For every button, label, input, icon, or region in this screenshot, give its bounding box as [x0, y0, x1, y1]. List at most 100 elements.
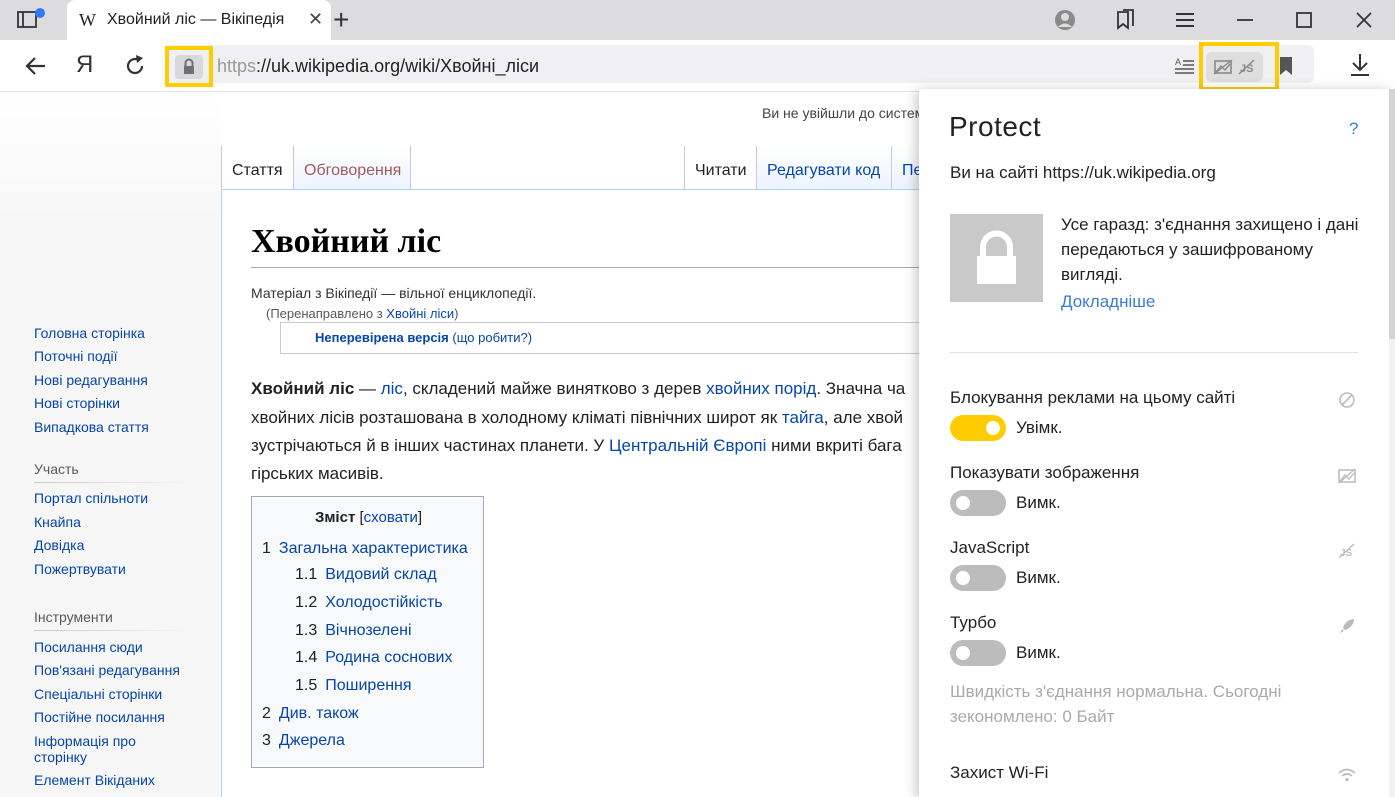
unverified-help-link[interactable]: (що робити?) — [452, 330, 532, 345]
toc-text: Вічнозелені — [325, 622, 412, 639]
minimize-icon[interactable] — [1233, 8, 1257, 32]
setting-label-javascript: JavaScript — [950, 538, 1030, 557]
block-icon — [1339, 392, 1355, 408]
download-icon[interactable] — [1348, 52, 1372, 78]
toc-item[interactable]: 1 Загальна характеристика — [262, 540, 468, 558]
sidebar-divider — [34, 482, 192, 483]
tab-read[interactable]: Читати — [684, 146, 756, 190]
sidebar-item-pub[interactable]: Кнайпа — [34, 514, 81, 530]
sidebar-item-what-links[interactable]: Посилання сюди — [34, 639, 143, 655]
protect-pill: JS — [1206, 52, 1263, 82]
redirect-link[interactable]: Хвойні ліси — [386, 306, 454, 321]
link-central-europe[interactable]: Центральній Європі — [609, 436, 766, 455]
link-taiga[interactable]: тайга — [782, 408, 824, 427]
toc-item[interactable]: 2 Див. також — [262, 705, 359, 723]
sidebar-item-new-pages[interactable]: Нові сторінки — [34, 395, 120, 411]
svg-text:JS: JS — [1340, 548, 1353, 559]
lock-badge — [175, 55, 203, 79]
toc-hide-link[interactable]: сховати — [364, 509, 418, 526]
sidebar-item-page-info[interactable]: Інформація про — [34, 733, 136, 749]
url-rest: ://uk.wikipedia.org/wiki/Хвойні_ліси — [256, 56, 540, 76]
toc-item[interactable]: 1.2 Холодостійкість — [295, 594, 443, 612]
sidebar-item-related-changes[interactable]: Пов'язані редагування — [34, 662, 180, 678]
toc-item[interactable]: 3 Джерела — [262, 732, 345, 750]
turbo-state: Вимк. — [1016, 643, 1061, 662]
scrollbar-thumb[interactable] — [1389, 89, 1395, 339]
toc-text: Родина соснових — [325, 649, 453, 666]
reload-icon[interactable] — [121, 52, 149, 80]
toc-item[interactable]: 1.4 Родина соснових — [295, 649, 452, 667]
table-of-contents: Зміст [сховати] 1 Загальна характеристика… — [251, 496, 484, 768]
address-toolbar: Я https://uk.wikipedia.org/wiki/Хвойні_л… — [0, 40, 1395, 92]
profile-icon[interactable] — [1053, 8, 1077, 32]
images-toggle[interactable] — [950, 490, 1006, 516]
text: . Значна ча — [816, 379, 906, 398]
sidebar-item-wikidata[interactable]: Елемент Вікіданих — [34, 772, 155, 788]
sidebar-item-events[interactable]: Поточні події — [34, 348, 118, 364]
javascript-toggle[interactable] — [950, 565, 1006, 591]
toc-title: Зміст [сховати] — [314, 509, 423, 526]
sidebar-item-page-info-2[interactable]: сторінку — [34, 749, 87, 765]
images-state: Вимк. — [1016, 493, 1061, 512]
panel-scrollbar[interactable] — [1389, 89, 1395, 797]
toc-number: 1 — [262, 540, 271, 557]
redirect-prefix: (Перенаправлено з — [266, 306, 387, 321]
toggle-knob — [956, 646, 970, 660]
sidebar-item-portal[interactable]: Портал спільноти — [34, 490, 148, 506]
toggle-knob — [986, 421, 1000, 435]
collections-icon[interactable] — [1113, 8, 1137, 32]
toc-text: Джерела — [278, 732, 345, 749]
link-conifers[interactable]: хвойних порід — [706, 379, 816, 398]
sidebar-item-donate[interactable]: Пожертвувати — [34, 561, 126, 577]
turbo-toggle[interactable] — [950, 640, 1006, 666]
url-field[interactable]: https://uk.wikipedia.org/wiki/Хвойні_ліс… — [217, 56, 539, 77]
browser-tab[interactable]: W Хвойний ліс — Вікіпедія ✕ — [67, 0, 331, 40]
sidebar-item-special-pages[interactable]: Спеціальні сторінки — [34, 686, 162, 702]
link-forest[interactable]: ліс — [381, 379, 403, 398]
yandex-home-button[interactable]: Я — [76, 51, 93, 79]
learn-more-link[interactable]: Докладніше — [1061, 292, 1155, 312]
wikipedia-favicon-icon: W — [79, 10, 96, 30]
unverified-link[interactable]: Неперевірена версія — [315, 330, 449, 345]
menu-icon[interactable] — [1173, 8, 1197, 32]
tab-edit[interactable]: Редагувати код — [756, 146, 891, 190]
back-arrow-icon[interactable] — [22, 52, 50, 80]
toc-number: 1.3 — [295, 622, 318, 639]
setting-label-images: Показувати зображення — [950, 463, 1140, 482]
sidebar-item-main[interactable]: Головна сторінка — [34, 325, 145, 341]
toc-number: 1.5 — [295, 677, 318, 694]
reader-mode-icon[interactable]: A — [1174, 56, 1196, 76]
tabs-panel-icon[interactable] — [14, 8, 50, 32]
toc-item[interactable]: 1.3 Вічнозелені — [295, 622, 412, 640]
tab-history[interactable]: Переглянути історію — [891, 146, 921, 190]
maximize-icon[interactable] — [1292, 8, 1316, 32]
toc-text: Холодостійкість — [325, 594, 443, 611]
protect-help-button[interactable]: ? — [1349, 119, 1358, 139]
images-off-js-off-icon: JS — [1213, 59, 1255, 75]
redirect-suffix: ) — [454, 306, 459, 321]
toc-item[interactable]: 1.5 Поширення — [295, 677, 412, 695]
unverified-notice: Неперевірена версія (що робити?) — [280, 322, 921, 354]
toc-item[interactable]: 1.1 Видовий склад — [295, 566, 437, 584]
toc-text: Загальна характеристика — [278, 540, 468, 557]
security-lock-button[interactable] — [165, 46, 213, 87]
new-tab-button[interactable]: + — [333, 6, 349, 34]
protect-title: Protect — [949, 111, 1042, 142]
term-bold: Хвойний ліс — [251, 379, 355, 398]
close-tab-icon[interactable]: ✕ — [308, 9, 323, 30]
sidebar-item-permalink[interactable]: Постійне посилання — [34, 709, 165, 725]
login-note[interactable]: Ви не увійшли до системи — [762, 105, 932, 121]
sidebar-item-recent[interactable]: Нові редагування — [34, 372, 148, 388]
adblock-toggle[interactable] — [950, 415, 1006, 441]
tab-talk[interactable]: Обговорення — [293, 146, 411, 190]
article-paragraph-line: зустрічаються й в інших частинах планети… — [251, 436, 902, 456]
sidebar-item-random[interactable]: Випадкова стаття — [34, 419, 149, 435]
protect-indicator-button[interactable]: JS — [1199, 42, 1279, 91]
sidebar-item-help[interactable]: Довідка — [34, 537, 84, 553]
close-window-icon[interactable] — [1352, 8, 1376, 32]
setting-label-adblock: Блокування реклами на цьому сайті — [950, 388, 1236, 407]
from-wikipedia-note: Матеріал з Вікіпедії — вільної енциклопе… — [251, 285, 537, 301]
redirect-note: (Перенаправлено з Хвойні ліси) — [266, 306, 458, 321]
bookmark-icon[interactable] — [1278, 56, 1294, 76]
tab-article[interactable]: Стаття — [221, 146, 293, 190]
